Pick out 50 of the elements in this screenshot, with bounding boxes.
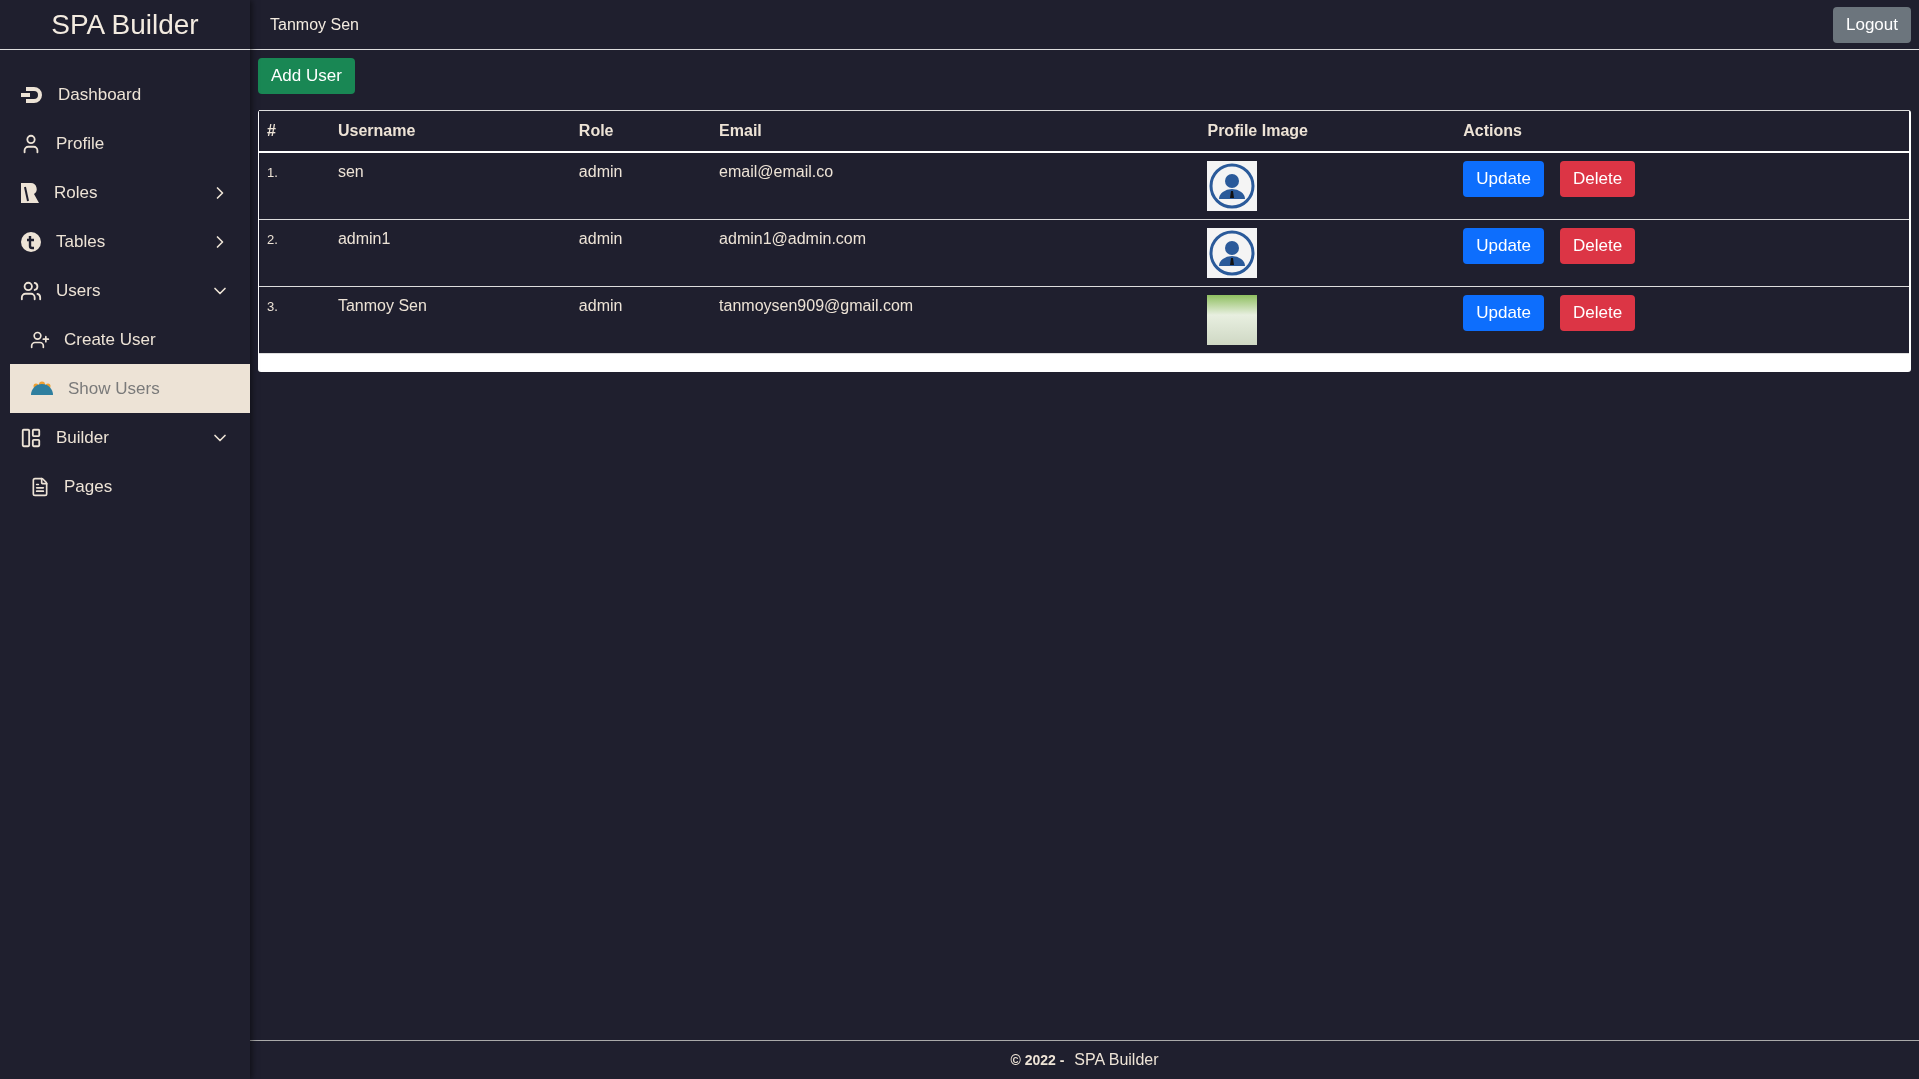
table-cell: 2. bbox=[259, 219, 330, 287]
brand-title: SPA Builder bbox=[0, 0, 250, 50]
delete-button[interactable]: Delete bbox=[1560, 161, 1636, 197]
column-header: Actions bbox=[1455, 110, 1909, 152]
table-cell: sen bbox=[329, 152, 571, 220]
footer-brand: SPA Builder bbox=[1074, 1051, 1159, 1069]
table-cell: admin1@admin.com bbox=[711, 219, 1200, 287]
users-icon bbox=[20, 279, 42, 302]
avatar-icon bbox=[1207, 228, 1258, 278]
column-header: Username bbox=[329, 110, 571, 152]
dashboard-icon bbox=[20, 84, 44, 105]
column-header: Email bbox=[711, 110, 1200, 152]
table-cell: 1. bbox=[259, 152, 330, 220]
logout-button[interactable]: Logout bbox=[1833, 6, 1911, 43]
table-cell: admin bbox=[570, 219, 712, 287]
table-cell: 3. bbox=[259, 286, 330, 354]
column-header: # bbox=[259, 110, 330, 152]
page-icon bbox=[30, 476, 50, 497]
sidebar-item[interactable]: Builder bbox=[10, 413, 250, 462]
table-cell: email@email.co bbox=[711, 152, 1200, 220]
table-cell: admin bbox=[570, 152, 712, 220]
sidebar-item[interactable]: Users bbox=[10, 266, 250, 315]
sidebar-subitem[interactable]: Show Users bbox=[10, 364, 250, 413]
table-cell: admin bbox=[570, 286, 712, 354]
sidebar-item[interactable]: Dashboard bbox=[10, 70, 250, 119]
sidebar-item[interactable]: Profile bbox=[10, 119, 250, 168]
delete-button[interactable]: Delete bbox=[1560, 228, 1636, 264]
users-group-icon bbox=[30, 380, 54, 397]
delete-button[interactable]: Delete bbox=[1560, 295, 1636, 331]
sidebar-item[interactable]: Roles bbox=[10, 168, 250, 217]
add-user-button[interactable]: Add User bbox=[258, 58, 355, 94]
table-cell: admin1 bbox=[329, 219, 571, 287]
update-button[interactable]: Update bbox=[1463, 161, 1545, 197]
table-cell: Tanmoy Sen bbox=[329, 286, 571, 354]
column-header: Role bbox=[570, 110, 712, 152]
photo-placeholder bbox=[1207, 295, 1258, 345]
user-name: Tanmoy Sen bbox=[270, 15, 359, 34]
tables-icon bbox=[20, 230, 42, 253]
sidebar-subitem[interactable]: Pages bbox=[10, 462, 250, 511]
user-plus-icon bbox=[30, 329, 50, 350]
sidebar-subitem[interactable]: Create User bbox=[10, 315, 250, 364]
builder-icon bbox=[20, 426, 42, 449]
roles-icon bbox=[20, 181, 40, 204]
copyright-text: © 2022 - bbox=[1010, 1052, 1065, 1068]
column-header: Profile Image bbox=[1199, 110, 1456, 152]
update-button[interactable]: Update bbox=[1463, 228, 1545, 264]
table-cell: tanmoysen909@gmail.com bbox=[711, 286, 1200, 354]
avatar-icon bbox=[1207, 161, 1258, 211]
update-button[interactable]: Update bbox=[1463, 295, 1545, 331]
sidebar-item[interactable]: Tables bbox=[10, 217, 250, 266]
